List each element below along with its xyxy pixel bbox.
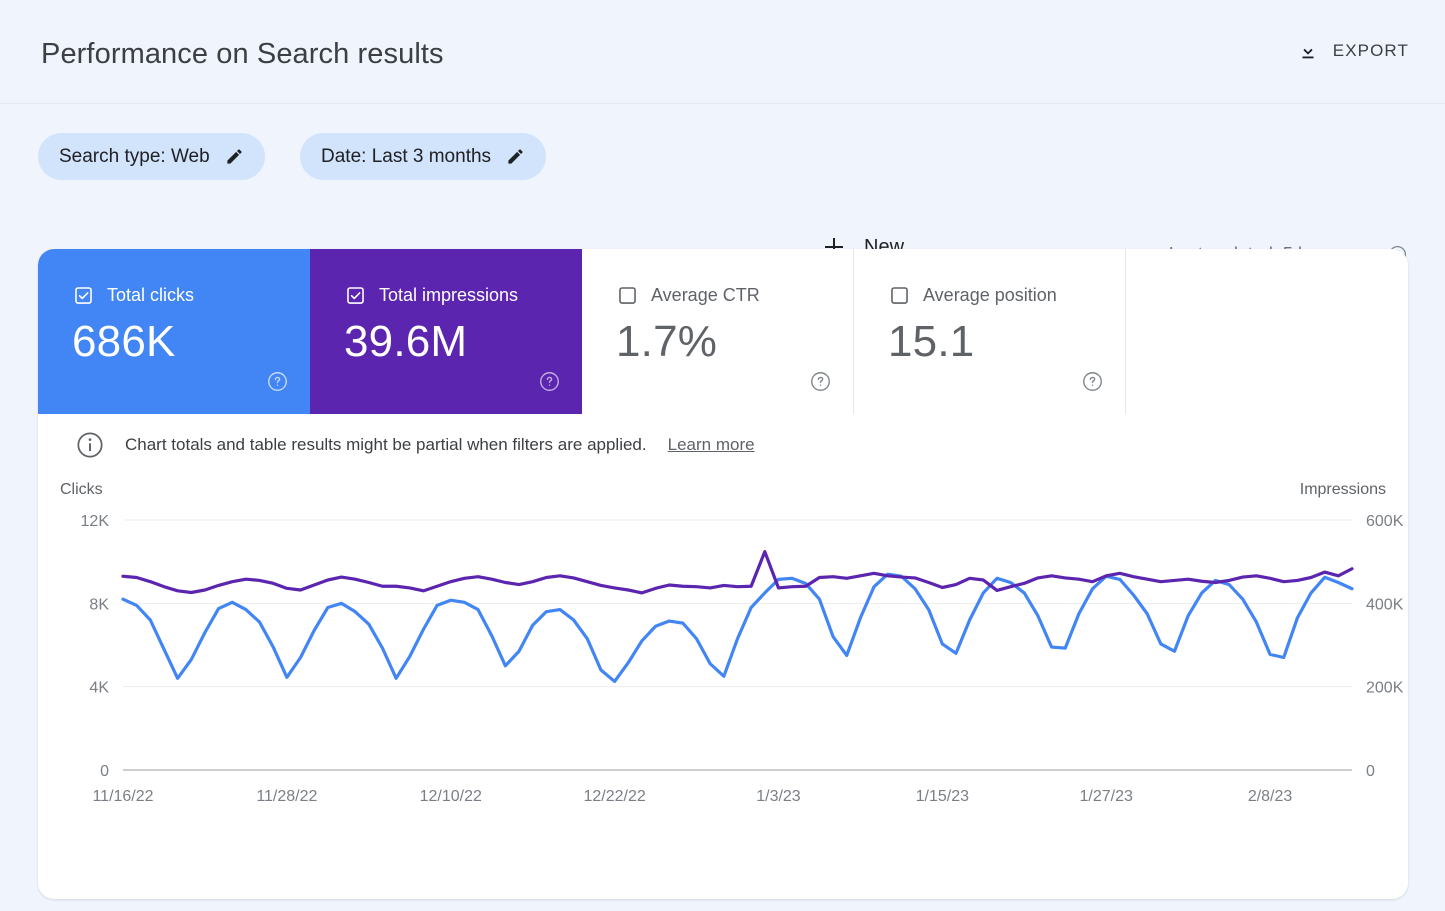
- pencil-icon: [225, 147, 244, 166]
- chart-x-axis-ticks: 11/16/22 11/28/22 12/10/22 12/22/22 1/3/23 1/…: [92, 788, 1292, 805]
- chart-left-axis-ticks: 0 4K 8K 12K: [81, 513, 110, 780]
- performance-page: Performance on Search results EXPORT Sea…: [0, 0, 1445, 911]
- download-icon: [1297, 40, 1319, 62]
- performance-card: Total clicks 686K Total impressions 39.6…: [38, 249, 1408, 899]
- checkbox-unchecked-icon[interactable]: [618, 286, 637, 305]
- export-label: EXPORT: [1332, 41, 1409, 60]
- svg-text:200K: 200K: [1366, 680, 1404, 697]
- metric-tiles: Total clicks 686K Total impressions 39.6…: [38, 249, 1126, 414]
- pencil-icon: [506, 147, 525, 166]
- metric-value: 1.7%: [616, 317, 718, 366]
- chart-right-axis-ticks: 0 200K 400K 600K: [1366, 513, 1404, 780]
- export-button[interactable]: EXPORT: [1297, 40, 1409, 62]
- help-circle-icon[interactable]: [267, 371, 288, 392]
- help-circle-icon[interactable]: [1082, 371, 1103, 392]
- svg-text:4K: 4K: [89, 680, 109, 697]
- svg-text:12/10/22: 12/10/22: [420, 788, 482, 805]
- chart-series-lines: [121, 550, 1354, 684]
- metric-value: 39.6M: [344, 317, 468, 366]
- svg-text:11/16/22: 11/16/22: [92, 788, 153, 805]
- filter-bar: Search type: Web Date: Last 3 months New…: [0, 104, 1445, 264]
- svg-text:0: 0: [100, 763, 109, 780]
- chart-svg: 04K8K12K 0200K400K600K 11/16/22 11/28/22 1…: [60, 481, 1404, 805]
- page-header: Performance on Search results EXPORT: [0, 0, 1445, 104]
- checkbox-unchecked-icon[interactable]: [890, 286, 909, 305]
- filter-chip-date[interactable]: Date: Last 3 months: [300, 133, 547, 180]
- performance-chart[interactable]: 0 4K 8K 12K 0 200K 400K 600K 11/16/22 11/28/22 1…: [38, 476, 1408, 876]
- metric-tile-total-impressions[interactable]: Total impressions 39.6M: [310, 249, 582, 414]
- metric-label: Average position: [923, 285, 1057, 305]
- checkbox-checked-icon[interactable]: [346, 286, 365, 305]
- svg-text:8K: 8K: [89, 596, 109, 613]
- metric-tile-total-clicks[interactable]: Total clicks 686K: [38, 249, 310, 414]
- svg-text:400K: 400K: [1366, 596, 1404, 613]
- chart-left-axis-title: Clicks: [60, 481, 103, 498]
- help-circle-icon[interactable]: [810, 371, 831, 392]
- svg-text:600K: 600K: [1366, 513, 1404, 530]
- svg-text:1/27/23: 1/27/23: [1080, 788, 1133, 805]
- chart-line-total-clicks: [121, 572, 1354, 684]
- metric-tile-average-ctr[interactable]: Average CTR 1.7%: [582, 249, 854, 414]
- metric-header: Average CTR: [618, 285, 760, 306]
- filter-chip-label: Date: Last 3 months: [321, 145, 492, 167]
- svg-text:12/22/22: 12/22/22: [583, 788, 645, 805]
- metric-header: Total impressions: [346, 285, 518, 306]
- checkbox-checked-icon[interactable]: [74, 286, 93, 305]
- metric-label: Total clicks: [107, 285, 195, 305]
- banner-text: Chart totals and table results might be …: [125, 435, 647, 454]
- svg-text:0: 0: [1366, 763, 1375, 780]
- metric-label: Total impressions: [379, 285, 519, 305]
- info-circle-icon: [76, 431, 104, 459]
- learn-more-link[interactable]: Learn more: [668, 435, 755, 455]
- svg-text:1/3/23: 1/3/23: [756, 788, 801, 805]
- metric-header: Average position: [890, 285, 1057, 306]
- metric-header: Total clicks: [74, 285, 194, 306]
- metric-value: 686K: [72, 317, 176, 366]
- metric-value: 15.1: [888, 317, 975, 366]
- filter-chip-label: Search type: Web: [59, 145, 210, 167]
- svg-text:11/28/22: 11/28/22: [256, 788, 317, 805]
- svg-text:12K: 12K: [81, 513, 110, 530]
- metric-tile-average-position[interactable]: Average position 15.1: [854, 249, 1126, 414]
- help-circle-icon[interactable]: [539, 371, 560, 392]
- partial-results-banner: Chart totals and table results might be …: [38, 414, 1408, 476]
- svg-text:1/15/23: 1/15/23: [916, 788, 969, 805]
- chart-right-axis-title: Impressions: [1300, 481, 1386, 498]
- chart-line-total-impressions: [121, 550, 1354, 595]
- svg-text:2/8/23: 2/8/23: [1248, 788, 1293, 805]
- page-title: Performance on Search results: [41, 38, 444, 70]
- filter-chip-search-type[interactable]: Search type: Web: [38, 133, 265, 180]
- metric-label: Average CTR: [651, 285, 760, 305]
